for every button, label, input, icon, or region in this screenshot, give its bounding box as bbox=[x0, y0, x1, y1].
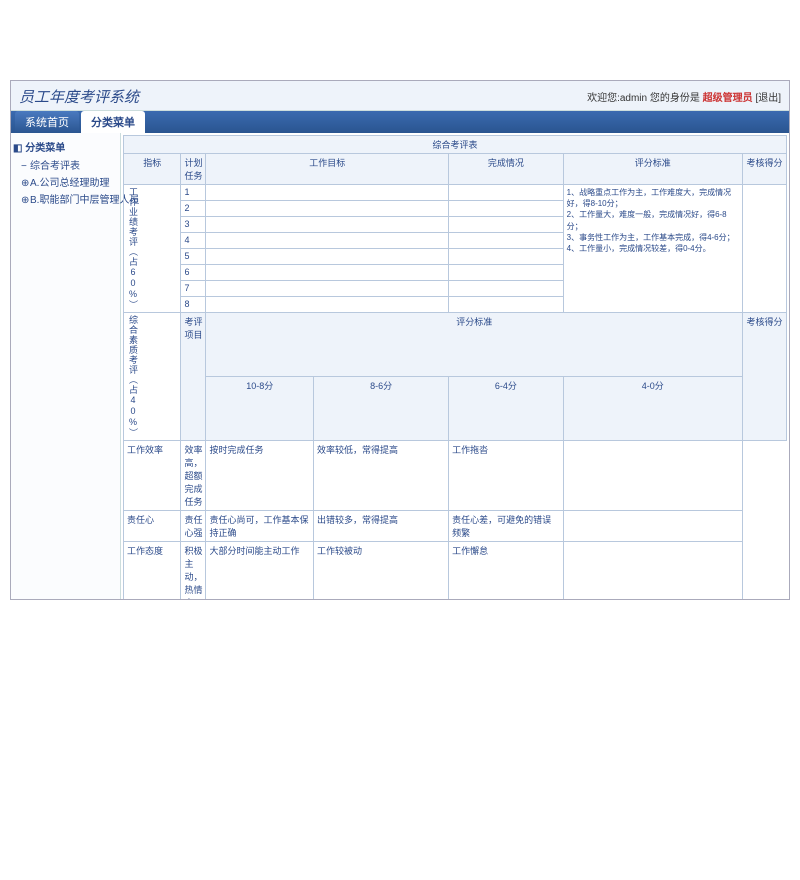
col-item: 考评项目 bbox=[181, 313, 206, 441]
plus-icon[interactable]: ⊕ bbox=[21, 178, 30, 189]
col-plan: 计划任务 bbox=[181, 154, 206, 185]
tree-icon: ◧ bbox=[13, 143, 22, 154]
minus-icon[interactable]: − bbox=[21, 161, 30, 172]
item-cell: 按时完成任务 bbox=[206, 441, 314, 511]
table-title: 综合考评表 bbox=[124, 136, 787, 154]
band-2: 6-4分 bbox=[449, 377, 563, 441]
side-label-quality: 综合素质考评（占40%） bbox=[124, 313, 181, 441]
col-completion: 完成情况 bbox=[449, 154, 563, 185]
item-cell: 积极主动，热情高 bbox=[181, 542, 206, 600]
score-cell[interactable] bbox=[743, 185, 787, 313]
header-bar: 员工年度考评系统 欢迎您:admin 您的身份是 超级管理员 [退出] bbox=[11, 81, 789, 111]
item-row: 工作效率效率高，超额完成任务按时完成任务效率较低，常得提高工作拖沓 bbox=[124, 441, 787, 511]
band-1: 8-6分 bbox=[314, 377, 449, 441]
item-score-cell[interactable] bbox=[563, 441, 742, 511]
col-indicator: 指标 bbox=[124, 154, 181, 185]
item-row: 工作态度积极主动，热情高大部分时间能主动工作工作较被动工作懈怠 bbox=[124, 542, 787, 600]
item-cell: 效率高，超额完成任务 bbox=[181, 441, 206, 511]
sidebar-node-0[interactable]: −综合考评表 bbox=[13, 156, 118, 173]
item-cell: 效率较低，常得提高 bbox=[314, 441, 449, 511]
plan-complete-cell[interactable] bbox=[449, 185, 563, 201]
sidebar-header: ◧ 分类菜单 bbox=[13, 137, 118, 156]
logout-link[interactable]: [退出] bbox=[755, 93, 781, 104]
col-score: 考核得分 bbox=[743, 154, 787, 185]
tab-home[interactable]: 系统首页 bbox=[15, 111, 79, 133]
sidebar-node-1[interactable]: ⊕A.公司总经理助理 bbox=[13, 173, 118, 190]
evaluation-table: 综合考评表 指标 计划任务 工作目标 完成情况 评分标准 考核得分 工作业绩考评… bbox=[123, 135, 787, 599]
plan-goal-cell[interactable] bbox=[206, 185, 449, 201]
welcome-text: 欢迎您:admin 您的身份是 超级管理员 [退出] bbox=[587, 89, 781, 104]
col-criteria2: 评分标准 bbox=[206, 313, 742, 377]
item-cell: 出错较多，常得提高 bbox=[314, 511, 449, 542]
user-role: 超级管理员 bbox=[703, 93, 753, 104]
plan-row-num: 1 bbox=[181, 185, 206, 201]
item-cell: 工作懈怠 bbox=[449, 542, 563, 600]
app-title: 员工年度考评系统 bbox=[19, 86, 139, 107]
side-label-performance: 工作业绩考评（占60%） bbox=[124, 185, 181, 313]
sidebar: ◧ 分类菜单 −综合考评表 ⊕A.公司总经理助理 ⊕B.职能部门中层管理人员 bbox=[11, 133, 121, 599]
item-cell: 工作较被动 bbox=[314, 542, 449, 600]
item-row: 责任心责任心强责任心尚可，工作基本保持正确出错较多，常得提高责任心差，可避免的错… bbox=[124, 511, 787, 542]
sidebar-node-2[interactable]: ⊕B.职能部门中层管理人员 bbox=[13, 190, 118, 207]
band-3: 4-0分 bbox=[563, 377, 742, 441]
band-0: 10-8分 bbox=[206, 377, 314, 441]
col-score2: 考核得分 bbox=[742, 313, 786, 441]
col-goal: 工作目标 bbox=[206, 154, 449, 185]
item-cell: 大部分时间能主动工作 bbox=[206, 542, 314, 600]
item-cell: 工作拖沓 bbox=[449, 441, 563, 511]
item-name: 工作态度 bbox=[124, 542, 181, 600]
item-cell: 责任心尚可，工作基本保持正确 bbox=[206, 511, 314, 542]
tab-category-menu[interactable]: 分类菜单 bbox=[81, 111, 145, 133]
item-cell: 责任心差，可避免的错误频繁 bbox=[449, 511, 563, 542]
tab-bar: 系统首页 分类菜单 bbox=[11, 111, 789, 133]
item-cell: 责任心强 bbox=[181, 511, 206, 542]
plus-icon[interactable]: ⊕ bbox=[21, 195, 30, 206]
item-score-cell[interactable] bbox=[563, 511, 742, 542]
item-name: 工作效率 bbox=[124, 441, 181, 511]
criteria-text: 1、战略重点工作为主，工作难度大，完成情况好，得8-10分； 2、工作量大，难度… bbox=[563, 185, 742, 313]
col-criteria: 评分标准 bbox=[563, 154, 742, 185]
item-name: 责任心 bbox=[124, 511, 181, 542]
item-score-cell[interactable] bbox=[563, 542, 742, 600]
content-area: 综合考评表 指标 计划任务 工作目标 完成情况 评分标准 考核得分 工作业绩考评… bbox=[121, 133, 789, 599]
